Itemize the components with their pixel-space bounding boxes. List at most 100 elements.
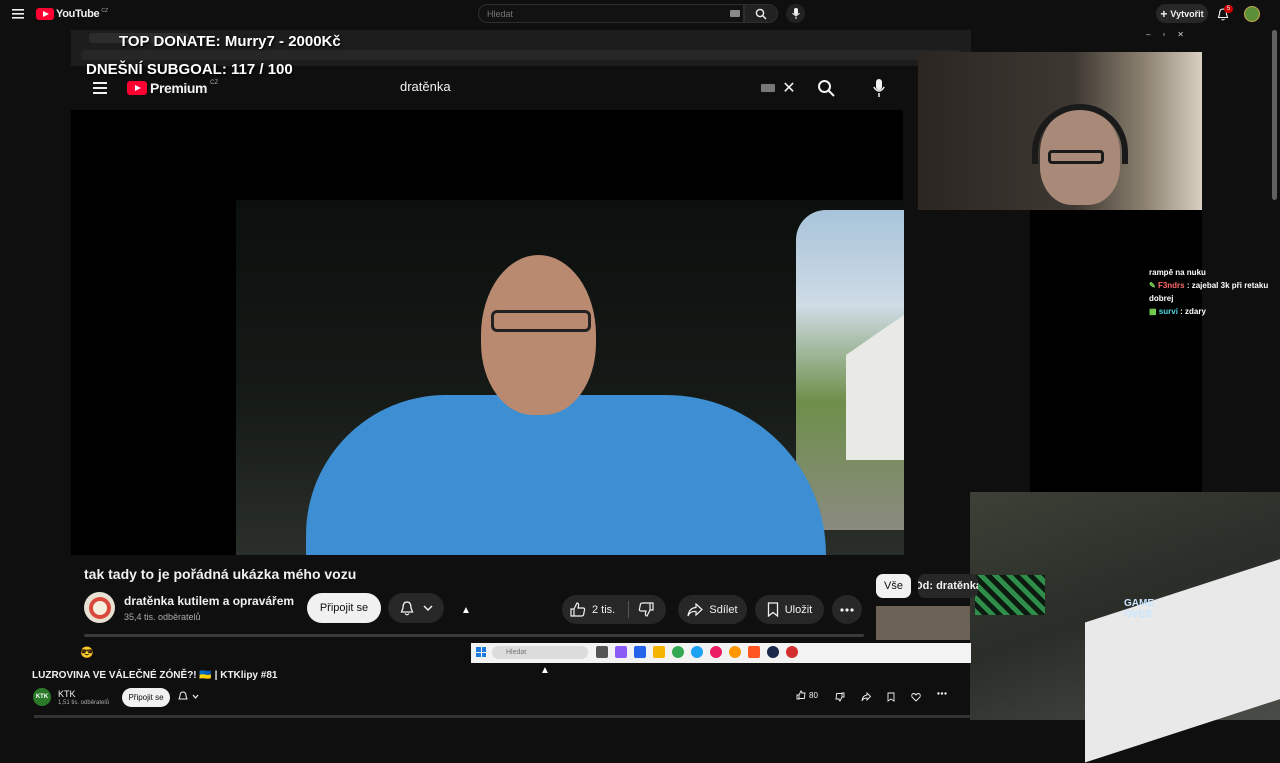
- task-view-icon[interactable]: [596, 646, 608, 658]
- inner-voice-button[interactable]: [868, 77, 890, 99]
- youtube-play-icon: [36, 8, 54, 20]
- channel-name[interactable]: dratěnka kutilem a opravářem: [124, 594, 294, 608]
- save-button[interactable]: Uložit: [755, 595, 824, 624]
- inner-search-input[interactable]: dratěnka: [400, 79, 451, 94]
- app-icon[interactable]: [729, 646, 741, 658]
- more-horizontal-icon: [840, 607, 854, 612]
- chevron-down-icon: [192, 694, 199, 699]
- dislike-button[interactable]: [638, 595, 654, 624]
- like-count: 2 tis.: [592, 603, 616, 616]
- youtube-logo[interactable]: YouTube CZ: [36, 8, 108, 20]
- bottom-like-count: 80: [809, 690, 818, 700]
- search-input[interactable]: Hledat: [478, 4, 744, 23]
- bell-icon: [178, 691, 188, 700]
- chip-all[interactable]: Vše: [876, 574, 911, 598]
- share-icon[interactable]: [861, 692, 871, 702]
- folder-icon[interactable]: [653, 646, 665, 658]
- windows-start-icon[interactable]: [476, 647, 486, 657]
- channel-subscribers: 35,4 tis. odběratelů: [124, 612, 201, 622]
- channel-avatar[interactable]: [84, 592, 115, 623]
- bell-icon: [400, 600, 413, 615]
- close-window-icon[interactable]: ✕: [1177, 30, 1184, 44]
- maximize-icon[interactable]: ▫: [1162, 30, 1165, 44]
- logo-text: YouTube: [56, 8, 100, 20]
- window-controls[interactable]: – ▫ ✕: [1146, 30, 1206, 44]
- app-icon[interactable]: [748, 646, 760, 658]
- bottom-video-title: LUZROVINA VE VÁLEČNÉ ZÓNĚ?! 🇺🇦 | KTKlipy…: [32, 670, 278, 681]
- search-button[interactable]: [744, 4, 778, 23]
- chat-badge-icon: ▦: [1149, 307, 1157, 316]
- keyboard-icon[interactable]: [730, 9, 740, 17]
- cursor-icon: ▲: [461, 605, 471, 616]
- inner-premium-logo[interactable]: Premium CZ: [127, 80, 218, 96]
- bookmark-icon[interactable]: [887, 692, 895, 702]
- voice-search-button[interactable]: [786, 4, 805, 23]
- page-scrollbar[interactable]: [1272, 30, 1277, 200]
- bottom-divider: [34, 715, 970, 718]
- save-label: Uložit: [784, 603, 813, 616]
- chat-message: ✎ F3ndrs : zajebal 3k při retaku dobrej: [1149, 281, 1269, 303]
- divider: [628, 601, 629, 618]
- inner-youtube-play-icon: [127, 81, 147, 95]
- like-button[interactable]: 2 tis.: [570, 595, 615, 624]
- chat-username: F3ndrs: [1157, 281, 1185, 290]
- taskbar-apps: [596, 646, 798, 658]
- chat-username: survi: [1158, 307, 1178, 316]
- inner-keyboard-icon[interactable]: [761, 84, 775, 92]
- thanks-icon[interactable]: [911, 692, 921, 702]
- green-mat-image: [975, 575, 1045, 615]
- bottom-bell-button[interactable]: [178, 691, 199, 702]
- app-icon[interactable]: [786, 646, 798, 658]
- create-button[interactable]: + Vytvořit: [1156, 4, 1208, 23]
- side-panel: [1030, 210, 1202, 492]
- premium-logo-text: Premium: [150, 80, 208, 96]
- subscribe-button[interactable]: Připojit se: [307, 593, 381, 623]
- person-head: [481, 255, 596, 415]
- bottom-subscribe-button[interactable]: Připojit se: [122, 688, 170, 707]
- taskbar-search[interactable]: Hledat: [492, 646, 588, 659]
- chrome-icon[interactable]: [672, 646, 684, 658]
- edge-icon[interactable]: [691, 646, 703, 658]
- thumbs-down-icon[interactable]: [835, 692, 845, 702]
- inner-search-button[interactable]: [815, 77, 837, 99]
- streamer-glasses: [1048, 150, 1104, 164]
- notification-bell-button[interactable]: [388, 593, 444, 623]
- app-icon[interactable]: [634, 646, 646, 658]
- create-label: Vytvořit: [1170, 8, 1204, 19]
- steam-icon[interactable]: [767, 646, 779, 658]
- more-actions-button[interactable]: [832, 595, 862, 624]
- logo-region: CZ: [101, 8, 108, 14]
- more-horizontal-icon[interactable]: [937, 692, 947, 695]
- inner-menu-icon[interactable]: [92, 81, 108, 95]
- plus-icon: +: [1160, 6, 1168, 21]
- bottom-channel-subscribers: 1,51 tis. odběratelů: [58, 700, 110, 706]
- emoji-icon: 😎: [80, 647, 94, 659]
- thumbs-down-icon: [638, 602, 654, 617]
- app-icon[interactable]: [710, 646, 722, 658]
- inner-microphone-icon: [873, 79, 885, 97]
- clear-search-icon[interactable]: ✕: [781, 80, 797, 97]
- thumbs-up-icon: [570, 602, 586, 617]
- bookmark-icon: [767, 602, 778, 617]
- minimize-icon[interactable]: –: [1146, 30, 1150, 44]
- bottom-like-button[interactable]: 80: [796, 690, 818, 700]
- notification-badge: 5: [1224, 5, 1233, 13]
- premium-logo-region: CZ: [210, 80, 219, 86]
- chat-text: zdary: [1185, 307, 1206, 316]
- widgets-icon[interactable]: [615, 646, 627, 658]
- chevron-down-icon: [422, 605, 433, 612]
- subgoal-overlay: DNEŠNÍ SUBGOAL: 117 / 100: [86, 61, 293, 78]
- chat-message: rampě na nuku: [1149, 266, 1271, 279]
- chat-message: ▦ survi : zdary: [1149, 307, 1206, 316]
- bottom-channel-name[interactable]: KTK: [58, 689, 76, 699]
- browser-address-bar[interactable]: [81, 50, 961, 60]
- chat-badge-icon: ✎: [1149, 281, 1156, 290]
- avatar[interactable]: [1244, 6, 1260, 22]
- bottom-channel-avatar[interactable]: KTK: [33, 688, 51, 706]
- share-button[interactable]: Sdílet: [678, 595, 747, 624]
- menu-icon[interactable]: [10, 6, 26, 22]
- inner-search-icon: [818, 80, 835, 97]
- related-video-thumbnail[interactable]: [876, 606, 970, 640]
- search-icon: [755, 8, 767, 19]
- chip-from-channel[interactable]: Od: dratěnka: [918, 574, 978, 598]
